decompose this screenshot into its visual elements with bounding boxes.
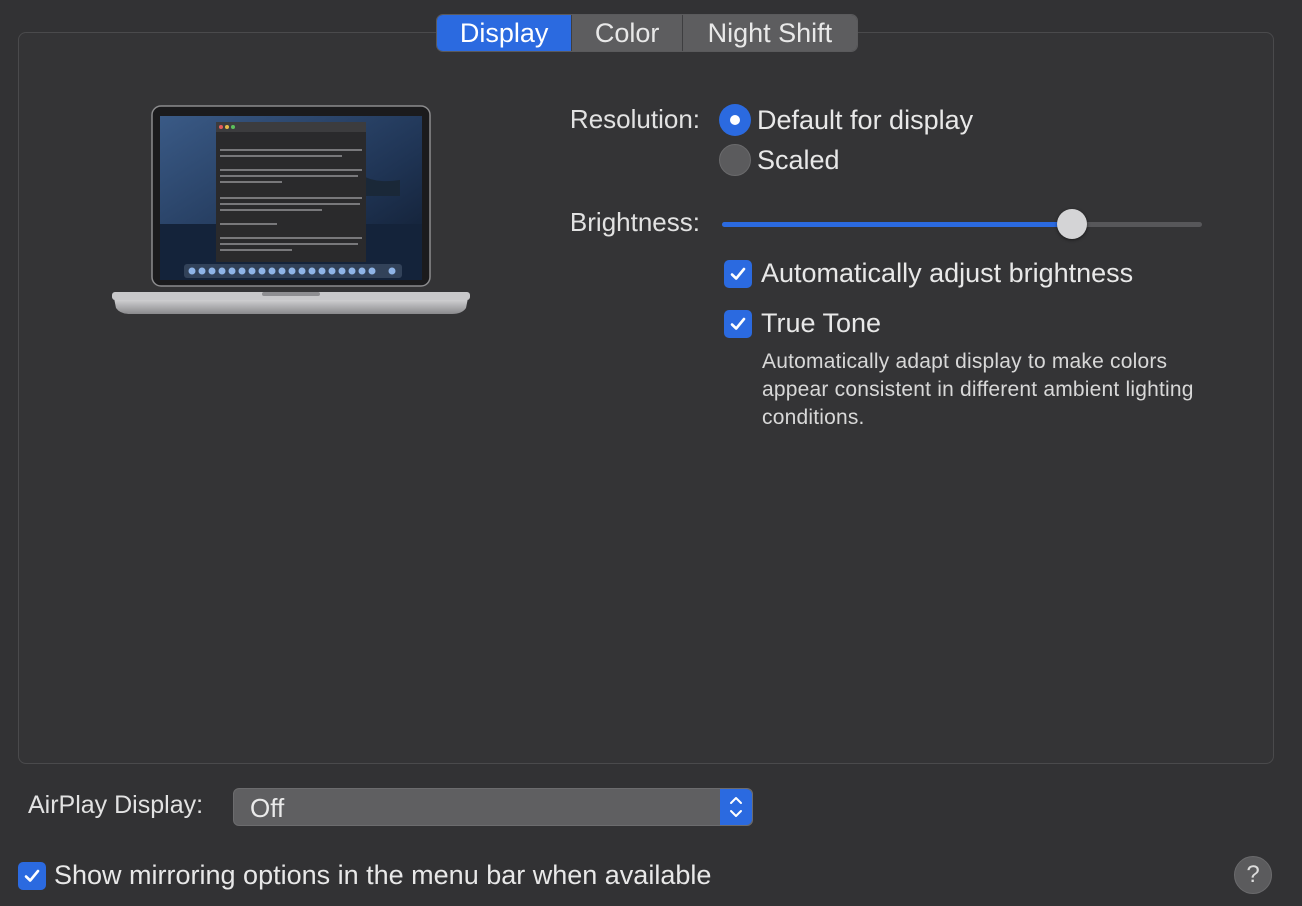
- macbook-pro-illustration: [112, 105, 470, 314]
- radio-button-selected[interactable]: [719, 104, 751, 136]
- brightness-slider-fill: [722, 222, 1073, 227]
- auto-brightness-checkbox-row[interactable]: Automatically adjust brightness: [724, 258, 1133, 289]
- tab-color[interactable]: Color: [572, 15, 683, 51]
- tab-display[interactable]: Display: [437, 15, 573, 51]
- airplay-display-label: AirPlay Display:: [28, 791, 204, 819]
- checkmark-icon: [730, 317, 746, 330]
- tab-night-shift[interactable]: Night Shift: [682, 15, 857, 51]
- checkmark-icon: [730, 267, 746, 280]
- true-tone-description: Automatically adapt display to make colo…: [762, 350, 1194, 429]
- airplay-display-select[interactable]: Off: [233, 788, 753, 826]
- checkmark-icon: [24, 869, 40, 882]
- mirroring-label: Show mirroring options in the menu bar w…: [54, 860, 712, 890]
- resolution-label: Resolution:: [569, 104, 700, 134]
- resolution-scaled-option[interactable]: Scaled: [719, 144, 840, 176]
- true-tone-checkbox[interactable]: [724, 309, 752, 338]
- auto-brightness-label: Automatically adjust brightness: [761, 258, 1134, 288]
- true-tone-label: True Tone: [761, 308, 882, 338]
- resolution-default-label: Default for display: [757, 104, 974, 135]
- radio-button-unselected[interactable]: [719, 144, 751, 176]
- brightness-label: Brightness:: [569, 207, 700, 237]
- resolution-default-option[interactable]: Default for display: [719, 104, 973, 136]
- airplay-display-value: Off: [250, 793, 285, 823]
- mirroring-checkbox[interactable]: [18, 861, 46, 890]
- auto-brightness-checkbox[interactable]: [724, 259, 752, 288]
- mirroring-checkbox-row[interactable]: Show mirroring options in the menu bar w…: [18, 860, 711, 891]
- tab-bar: Display Color Night Shift: [436, 14, 858, 52]
- chevron-updown-icon: [720, 789, 752, 825]
- brightness-slider[interactable]: [722, 209, 1202, 239]
- true-tone-checkbox-row[interactable]: True Tone: [724, 308, 881, 339]
- help-icon[interactable]: ?: [1234, 856, 1272, 894]
- resolution-scaled-label: Scaled: [757, 144, 840, 175]
